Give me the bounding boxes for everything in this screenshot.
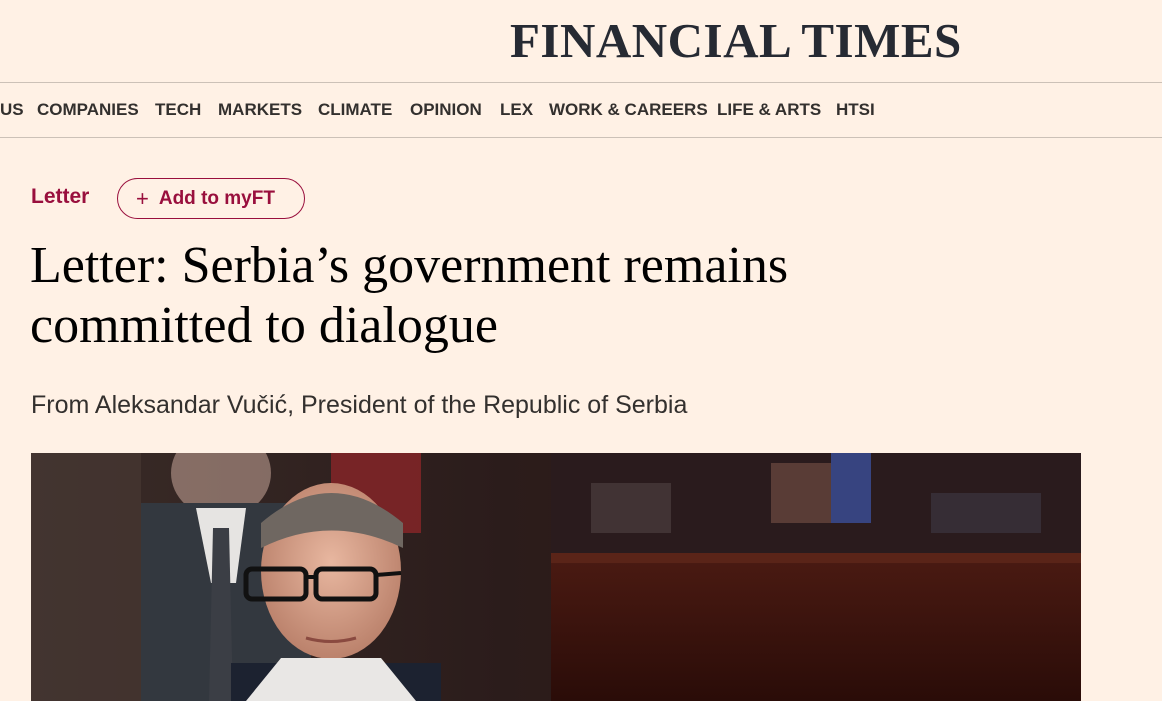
hero-photo-illustration: [31, 453, 1081, 701]
hero-image: [31, 453, 1081, 701]
nav-item-lex[interactable]: LEX: [500, 100, 533, 120]
article-headline: Letter: Serbia’s government remains comm…: [30, 237, 789, 354]
plus-icon: +: [136, 185, 149, 211]
article-standfirst: From Aleksandar Vučić, President of the …: [31, 391, 688, 419]
masthead: FINANCIAL TIMES: [0, 0, 1162, 83]
nav-item-htsi[interactable]: HTSI: [836, 100, 875, 120]
nav-item-work-careers[interactable]: WORK & CAREERS: [549, 100, 708, 120]
nav-item-markets[interactable]: MARKETS: [218, 100, 302, 120]
main-nav: US COMPANIES TECH MARKETS CLIMATE OPINIO…: [0, 83, 1162, 138]
nav-item-opinion[interactable]: OPINION: [410, 100, 482, 120]
nav-item-tech[interactable]: TECH: [155, 100, 201, 120]
article-tag[interactable]: Letter: [31, 185, 89, 209]
nav-item-climate[interactable]: CLIMATE: [318, 100, 392, 120]
nav-item-companies[interactable]: COMPANIES: [37, 100, 139, 120]
nav-item-life-arts[interactable]: LIFE & ARTS: [717, 100, 821, 120]
nav-item-us[interactable]: US: [0, 100, 24, 120]
add-to-myft-label: Add to myFT: [158, 187, 275, 209]
add-to-myft-button[interactable]: + Add to myFT: [117, 178, 305, 219]
ft-logo[interactable]: FINANCIAL TIMES: [510, 12, 962, 69]
